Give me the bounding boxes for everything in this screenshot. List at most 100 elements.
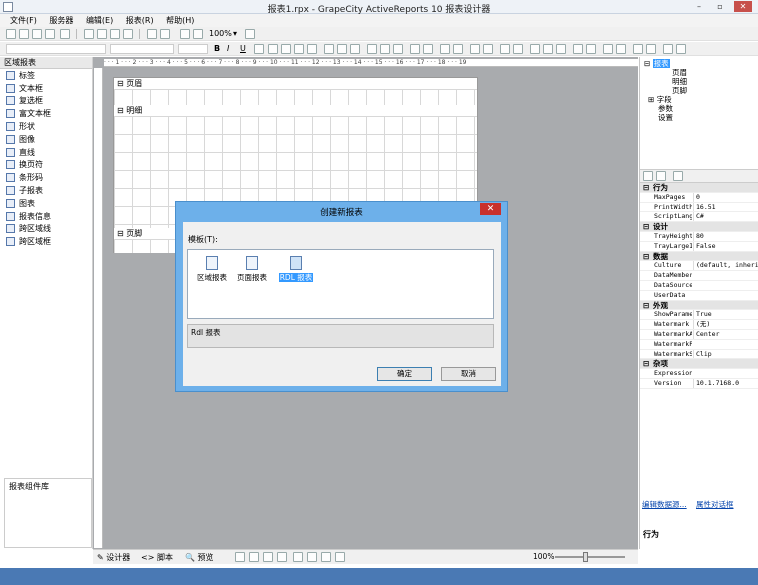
property-category[interactable]: ⊟ 杂项	[640, 359, 758, 370]
bullets-icon[interactable]	[603, 44, 613, 54]
send-back-icon[interactable]	[453, 44, 463, 54]
property-row[interactable]: TrayHeight 80	[640, 232, 758, 242]
band-detail[interactable]: ⊟ 明细	[114, 105, 477, 116]
dialog-close-button[interactable]: ✕	[480, 203, 501, 215]
save-icon[interactable]	[32, 29, 42, 39]
tree-node-parameters[interactable]: 参数	[644, 104, 687, 113]
collapse-icon[interactable]: ⊟	[643, 252, 649, 261]
toolbox-item-crossbox[interactable]: 跨区域框	[0, 235, 92, 248]
bring-front-icon[interactable]	[440, 44, 450, 54]
hand-tool-icon[interactable]	[245, 29, 255, 39]
fields-icon[interactable]	[676, 44, 686, 54]
property-category[interactable]: ⊟ 设计	[640, 222, 758, 232]
open-icon[interactable]	[19, 29, 29, 39]
template-rdl-report[interactable]: RDL 报表	[278, 256, 314, 283]
toolbox-item-checkbox[interactable]: 复选框	[0, 95, 92, 108]
layer-icon[interactable]	[633, 44, 643, 54]
zoom-dropdown-icon[interactable]: ▾	[233, 28, 237, 40]
bold-button[interactable]: B	[214, 43, 220, 55]
align-left-icon[interactable]	[268, 44, 278, 54]
hand-icon[interactable]	[335, 552, 345, 562]
table-icon[interactable]	[530, 44, 540, 54]
property-value[interactable]: Clip	[693, 349, 712, 359]
toolbox-item-label[interactable]: 标签	[0, 69, 92, 82]
property-value[interactable]: 0	[693, 192, 700, 202]
grid-toggle-icon[interactable]	[293, 552, 303, 562]
collapse-icon[interactable]: ⊟	[643, 359, 649, 368]
underline-button[interactable]: U	[240, 43, 246, 55]
italic-button[interactable]: I	[227, 43, 229, 55]
property-value[interactable]: (default, inherit)	[693, 261, 758, 271]
property-value[interactable]: Center	[693, 330, 719, 339]
align-right-icon[interactable]	[294, 44, 304, 54]
menu-report[interactable]: 报表(R)	[126, 14, 154, 27]
toolbox-item-richtext[interactable]: 富文本框	[0, 107, 92, 120]
collapse-icon[interactable]: ⊟	[643, 183, 649, 192]
component-library[interactable]: 报表组件库	[4, 478, 92, 548]
font-size-select[interactable]	[178, 44, 208, 54]
template-section-report[interactable]: 区域报表	[194, 256, 230, 283]
property-row[interactable]: ScriptLanguageC#	[640, 212, 758, 223]
split-icon[interactable]	[556, 44, 566, 54]
tree-node-settings[interactable]: 设置	[644, 113, 687, 122]
alphabetical-icon[interactable]	[656, 171, 666, 181]
merge-icon[interactable]	[543, 44, 553, 54]
spacing-v-icon[interactable]	[423, 44, 433, 54]
new-icon[interactable]	[6, 29, 16, 39]
zoom-in-icon[interactable]	[180, 29, 190, 39]
toolbox-item-pagebreak[interactable]: 换页符	[0, 159, 92, 172]
outdent-icon[interactable]	[586, 44, 596, 54]
property-row[interactable]: ShowParameterUITrue	[640, 310, 758, 321]
designer-tab[interactable]: ✎ 设计器	[97, 552, 130, 563]
redo-icon[interactable]	[160, 29, 170, 39]
property-row[interactable]: PrintWidth 16.51	[640, 202, 758, 213]
line-style-icon[interactable]	[513, 44, 523, 54]
toolbox-item-chart[interactable]: 图表	[0, 197, 92, 210]
explorer-icon[interactable]	[663, 44, 673, 54]
layer-lock-icon[interactable]	[646, 44, 656, 54]
toolbox-item-line[interactable]: 直线	[0, 146, 92, 159]
align-top-icon[interactable]	[324, 44, 334, 54]
property-dialog-link[interactable]: 属性对话框	[696, 499, 734, 510]
tree-node-footer[interactable]: 页脚	[644, 86, 687, 95]
property-pages-icon[interactable]	[673, 171, 683, 181]
zoom-slider[interactable]	[555, 556, 625, 558]
layout-icon-4[interactable]	[277, 552, 287, 562]
cut-icon[interactable]	[84, 29, 94, 39]
align-bottom-icon[interactable]	[350, 44, 360, 54]
property-row[interactable]: Watermark (无)	[640, 320, 758, 330]
delete-icon[interactable]	[123, 29, 133, 39]
property-value[interactable]: True	[693, 310, 712, 320]
property-row[interactable]: WatermarkPrintOnPages	[640, 340, 758, 350]
tree-node-detail[interactable]: 明细	[644, 77, 687, 86]
paste-icon[interactable]	[110, 29, 120, 39]
size-width-icon[interactable]	[367, 44, 377, 54]
indent-icon[interactable]	[573, 44, 583, 54]
tree-root[interactable]: ⊟ 报表	[644, 59, 687, 68]
edit-datasource-link[interactable]: 编辑数据源...	[642, 499, 687, 510]
toolbox-header[interactable]: 区域报表	[0, 57, 92, 69]
property-value[interactable]: C#	[693, 212, 704, 222]
zoom-out-icon[interactable]	[193, 29, 203, 39]
property-value[interactable]: (无)	[693, 320, 710, 330]
toolbox-item-crossline[interactable]: 跨区域线	[0, 223, 92, 236]
property-value[interactable]: 80	[693, 232, 704, 241]
layout-icon-3[interactable]	[263, 552, 273, 562]
page-setup-icon[interactable]	[60, 29, 70, 39]
property-row[interactable]: DataMember	[640, 271, 758, 281]
toolbox-item-barcode[interactable]: 条形码	[0, 171, 92, 184]
zoom-slider-thumb[interactable]	[583, 552, 588, 562]
zoom-level[interactable]: 100%	[209, 28, 232, 40]
snap-toggle-icon[interactable]	[307, 552, 317, 562]
border-icon[interactable]	[500, 44, 510, 54]
property-row[interactable]: WatermarkAlignmentCenter	[640, 330, 758, 340]
tree-node-header[interactable]: 页眉	[644, 68, 687, 77]
property-row[interactable]: UserData	[640, 291, 758, 301]
property-row[interactable]: Culture (default, inherit)	[640, 261, 758, 272]
property-value[interactable]: 10.1.7168.0	[693, 379, 739, 388]
size-both-icon[interactable]	[393, 44, 403, 54]
font-select[interactable]	[110, 44, 174, 54]
style-select[interactable]	[6, 44, 106, 54]
categorized-icon[interactable]	[643, 171, 653, 181]
property-row[interactable]: TrayLargeIconsFalse	[640, 241, 758, 252]
